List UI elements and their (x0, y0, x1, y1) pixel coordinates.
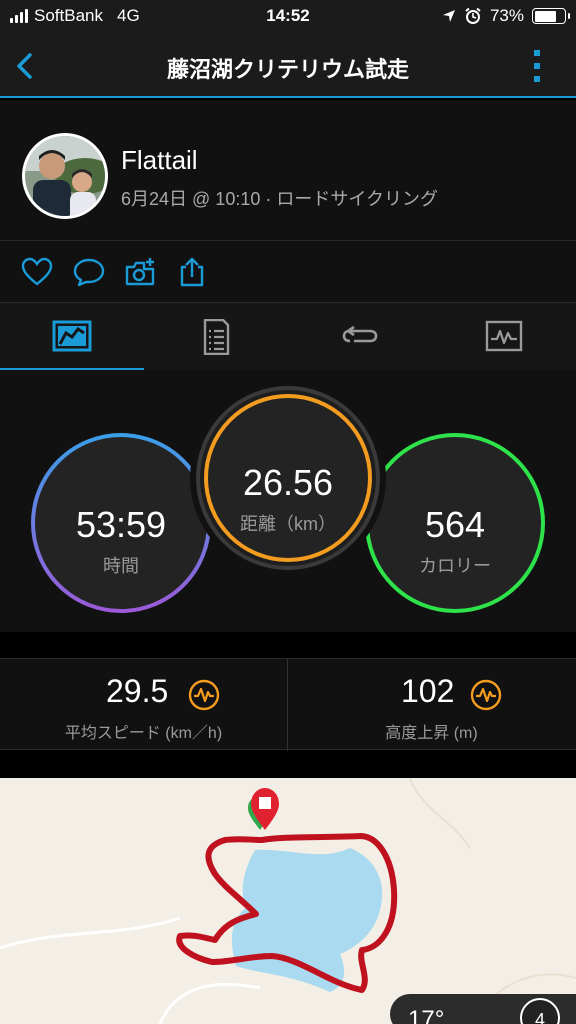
chart-icon (485, 320, 523, 352)
activity-meta: 6月24日 @ 10:10 · ロードサイクリング (121, 189, 438, 209)
elevation-value: 102 (401, 673, 455, 709)
wind-dial-icon: 4 (520, 998, 560, 1024)
action-bar (0, 240, 576, 302)
tab-bar (0, 302, 576, 371)
finish-flag-icon (248, 788, 279, 830)
laps-icon (342, 325, 378, 343)
time-ring[interactable]: 53:59 時間 (24, 426, 218, 620)
summary-panel: 53:59 時間 564 カロリー 26.56 距離（km） (0, 370, 576, 632)
wind-value: 4 (534, 1010, 545, 1024)
distance-value: 26.56 (242, 462, 334, 503)
time-label: 時間 (103, 556, 139, 576)
camera-add-icon[interactable] (124, 257, 156, 287)
weather-overlay[interactable]: 17° 4 (390, 994, 576, 1024)
alarm-icon (465, 7, 481, 24)
calories-ring[interactable]: 564 カロリー (358, 426, 552, 620)
calories-value: 564 (424, 504, 486, 545)
route-map[interactable] (0, 778, 576, 1024)
activity-header: Flattail 6月24日 @ 10:10 · ロードサイクリング (0, 100, 576, 240)
pulse-badge-icon (470, 679, 502, 711)
user-name[interactable]: Flattail (121, 145, 198, 176)
tab-laps[interactable] (288, 303, 432, 371)
details-list-icon (203, 319, 230, 355)
tab-charts[interactable] (432, 303, 576, 371)
calories-label: カロリー (419, 556, 491, 576)
distance-label: 距離（km） (240, 514, 336, 534)
avatar[interactable] (22, 133, 108, 219)
distance-ring[interactable]: 26.56 距離（km） (190, 380, 386, 576)
pulse-badge-icon (188, 679, 220, 711)
map-canvas (0, 778, 576, 1024)
stats-row: 29.5 平均スピード (km／h) 102 高度上昇 (m) (0, 658, 576, 751)
avg-speed-stat[interactable]: 29.5 平均スピード (km／h) (0, 659, 287, 751)
battery-icon (532, 8, 570, 24)
share-icon[interactable] (176, 257, 208, 287)
avg-speed-value: 29.5 (106, 673, 169, 709)
status-right: 73% (442, 6, 570, 26)
avg-speed-label: 平均スピード (km／h) (64, 725, 223, 742)
tab-overview[interactable] (0, 303, 144, 371)
page-title: 藤沼湖クリテリウム試走 (166, 57, 409, 82)
location-arrow-icon (442, 10, 455, 22)
vertical-ellipsis-icon[interactable] (532, 48, 542, 84)
overview-icon (52, 320, 92, 352)
time-value: 53:59 (75, 504, 167, 545)
battery-percent: 73% (489, 6, 524, 25)
avatar-photo (25, 136, 105, 216)
status-bar: SoftBank 4G 14:52 73% (0, 0, 576, 34)
elevation-label: 高度上昇 (m) (385, 725, 478, 742)
comment-icon[interactable] (73, 257, 105, 287)
weather-temperature: 17° (408, 1006, 445, 1024)
elevation-stat[interactable]: 102 高度上昇 (m) (288, 659, 575, 751)
app-header: 藤沼湖クリテリウム試走 (0, 34, 576, 98)
tab-details[interactable] (144, 303, 288, 371)
heart-icon[interactable] (21, 257, 53, 287)
